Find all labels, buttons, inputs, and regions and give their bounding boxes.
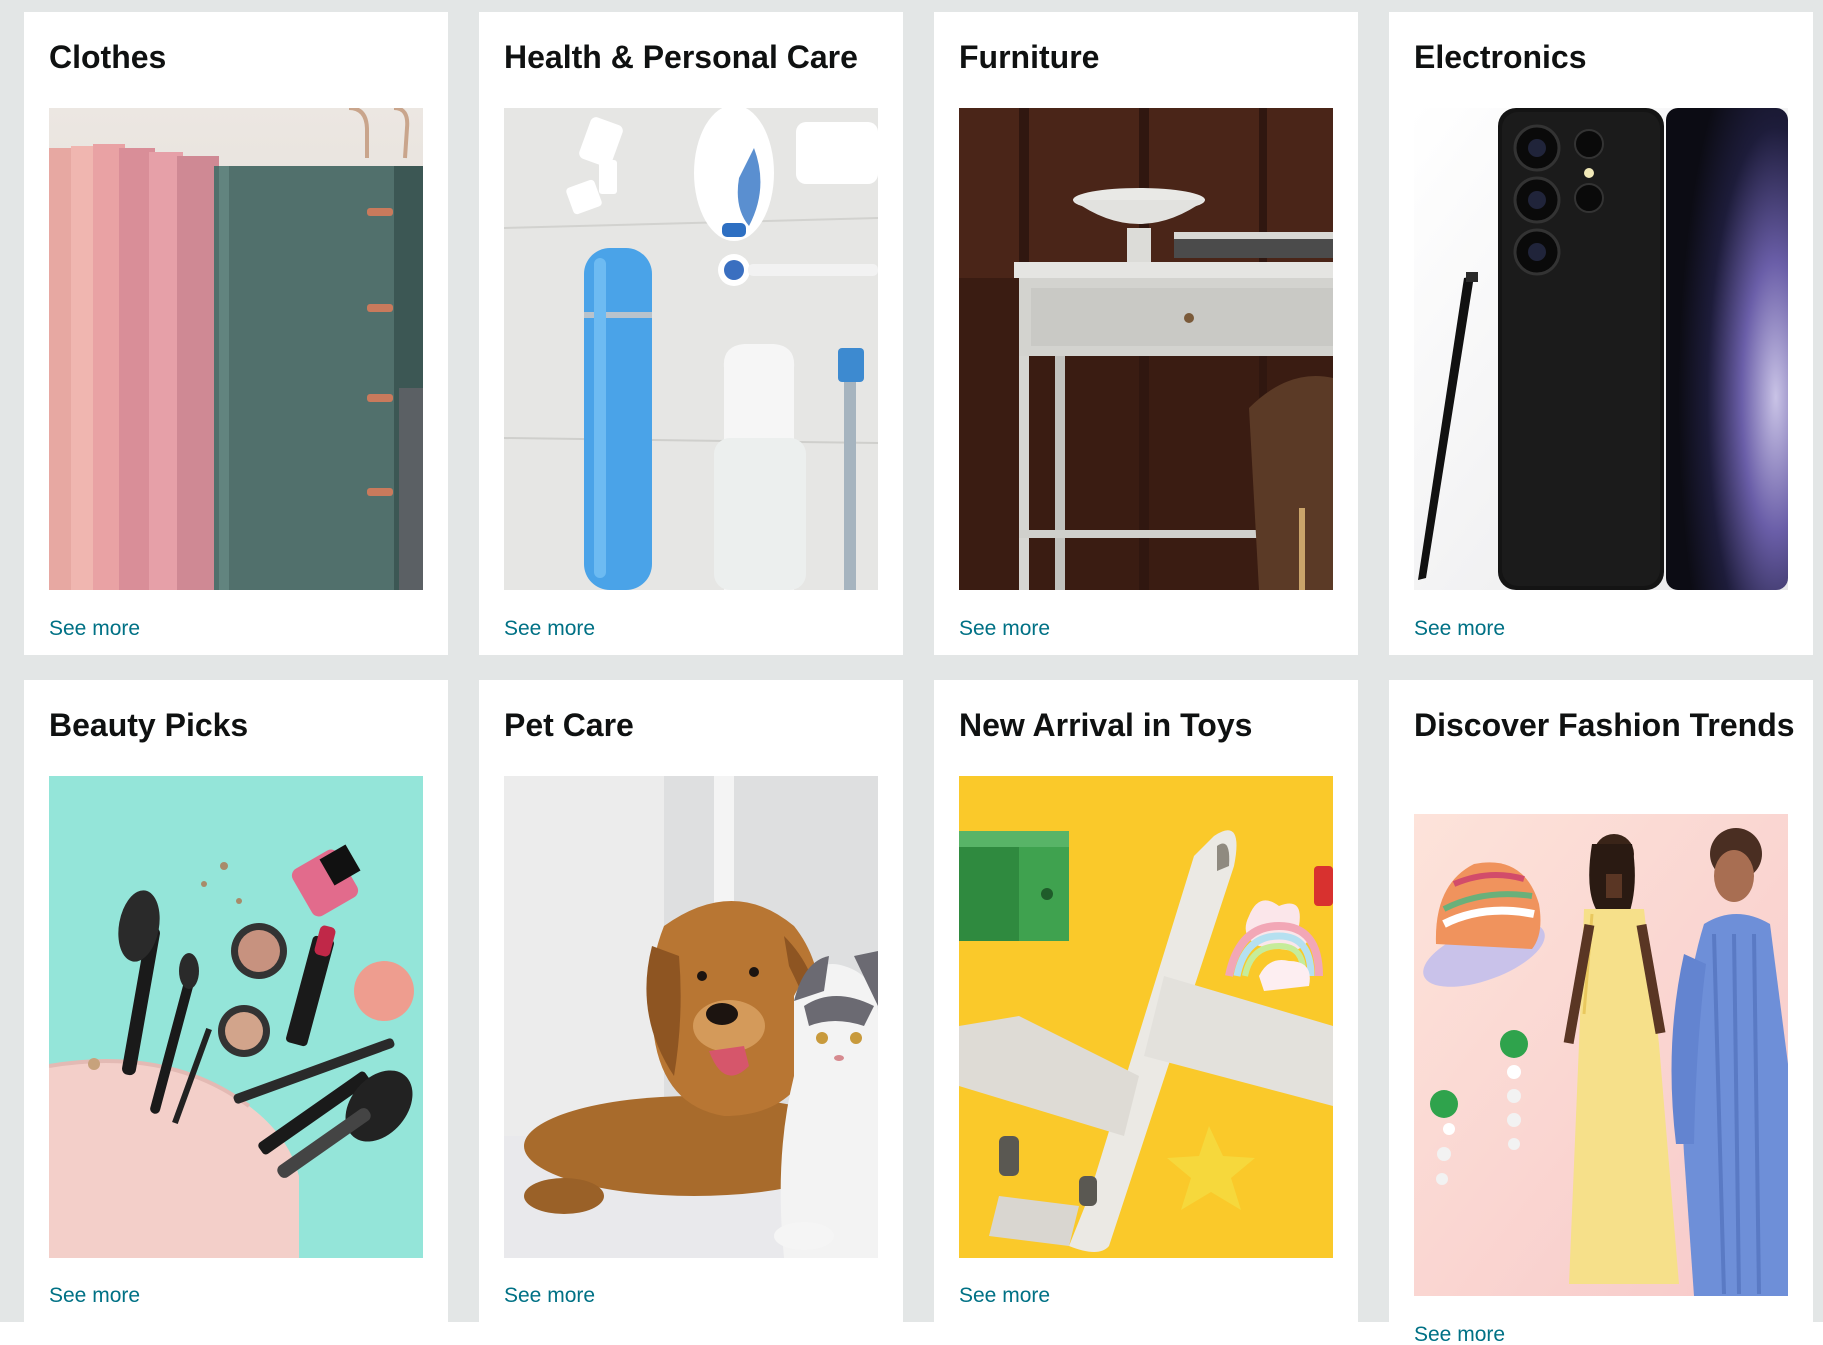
category-card-electronics: Electronics See more: [1389, 12, 1813, 655]
makeup-brushes-and-cosmetics-image[interactable]: [49, 776, 423, 1258]
card-title: Discover Fashion Trends: [1414, 707, 1795, 743]
category-grid: Clothes See more Health & Personal Care …: [0, 0, 1823, 1345]
dog-and-cat-image[interactable]: [504, 776, 878, 1258]
category-card-pet-care: Pet Care See more: [479, 680, 903, 1322]
category-card-clothes: Clothes See more: [24, 12, 448, 655]
see-more-link[interactable]: See more: [504, 1283, 595, 1309]
fashion-models-and-accessories-image[interactable]: [1414, 814, 1788, 1296]
card-title: Furniture: [959, 39, 1100, 75]
see-more-link[interactable]: See more: [959, 616, 1050, 642]
see-more-link[interactable]: See more: [1414, 1322, 1505, 1345]
card-title: New Arrival in Toys: [959, 707, 1253, 743]
category-card-furniture: Furniture See more: [934, 12, 1358, 655]
card-title: Clothes: [49, 39, 167, 75]
category-card-health-personal-care: Health & Personal Care See more: [479, 12, 903, 655]
hanging-folded-clothes-image[interactable]: [49, 108, 423, 590]
card-title: Pet Care: [504, 707, 634, 743]
card-title: Electronics: [1414, 39, 1587, 75]
see-more-link[interactable]: See more: [1414, 616, 1505, 642]
see-more-link[interactable]: See more: [959, 1283, 1050, 1309]
see-more-link[interactable]: See more: [49, 616, 140, 642]
smartphone-with-stylus-image[interactable]: [1414, 108, 1788, 590]
category-card-new-arrival-in-toys: New Arrival in Toys See more: [934, 680, 1358, 1322]
category-card-beauty-picks: Beauty Picks See more: [24, 680, 448, 1322]
category-card-discover-fashion-trends: Discover Fashion Trends See more: [1389, 680, 1813, 1345]
desk-with-drawer-image[interactable]: [959, 108, 1333, 590]
see-more-link[interactable]: See more: [49, 1283, 140, 1309]
card-title: Health & Personal Care: [504, 39, 858, 75]
see-more-link[interactable]: See more: [504, 616, 595, 642]
personal-care-products-image[interactable]: [504, 108, 878, 590]
toy-airplane-image[interactable]: [959, 776, 1333, 1258]
card-title: Beauty Picks: [49, 707, 249, 743]
